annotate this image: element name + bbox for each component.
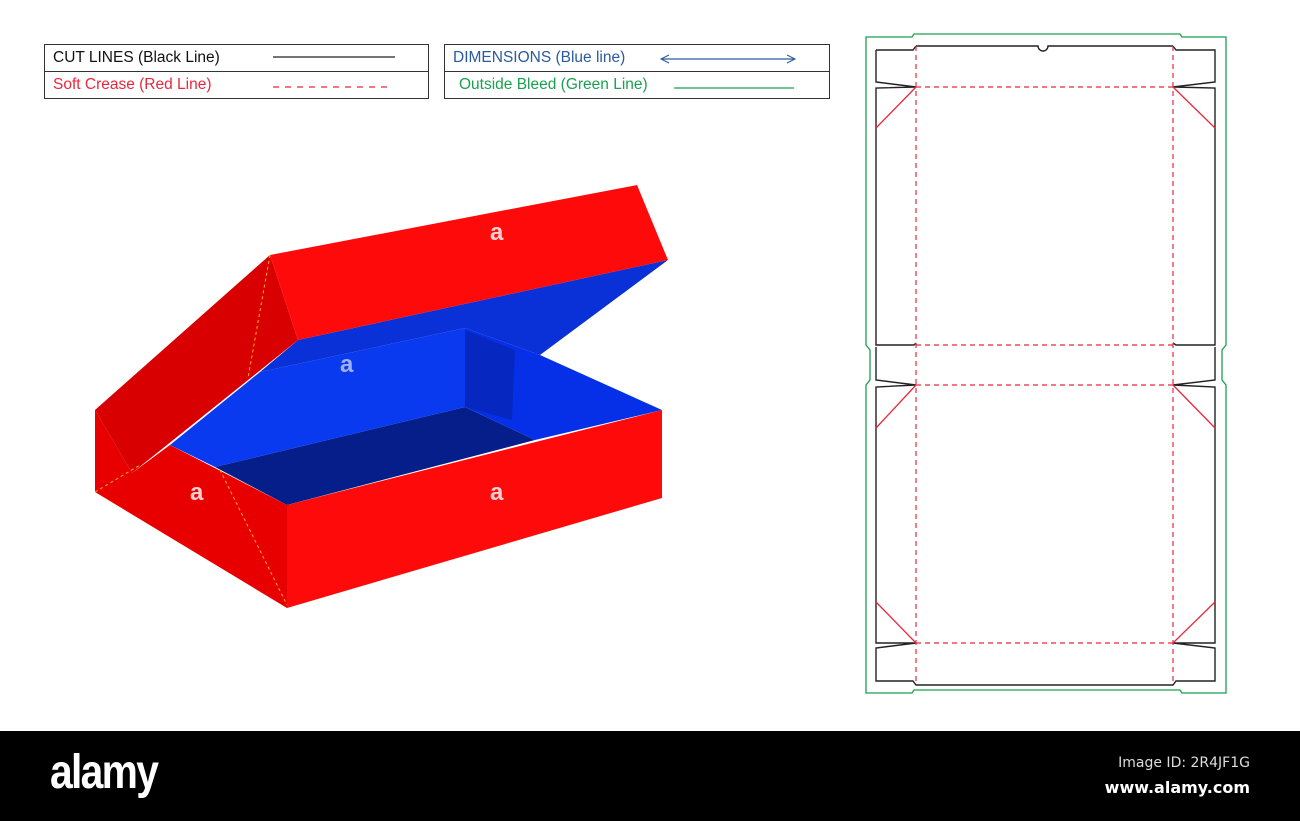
site-url: www.alamy.com [1104,778,1250,797]
face-label-left: a [190,479,204,506]
box-3d-illustration: a a a a [94,185,668,608]
face-label-inner: a [340,351,354,378]
dieline [865,33,1227,694]
cut-lines [875,45,1216,686]
gusset-creases [875,86,1216,644]
image-id: Image ID: 2R4JF1G [1118,755,1250,771]
crease-lines [915,46,1174,685]
footer-bar: alamy Image ID: 2R4JF1G www.alamy.com [0,731,1300,821]
alamy-logo: alamy [50,746,159,799]
bleed-outline [865,33,1227,694]
artwork: a a a a [94,33,1227,694]
face-label-front: a [490,479,504,506]
face-label-lid: a [490,219,504,246]
